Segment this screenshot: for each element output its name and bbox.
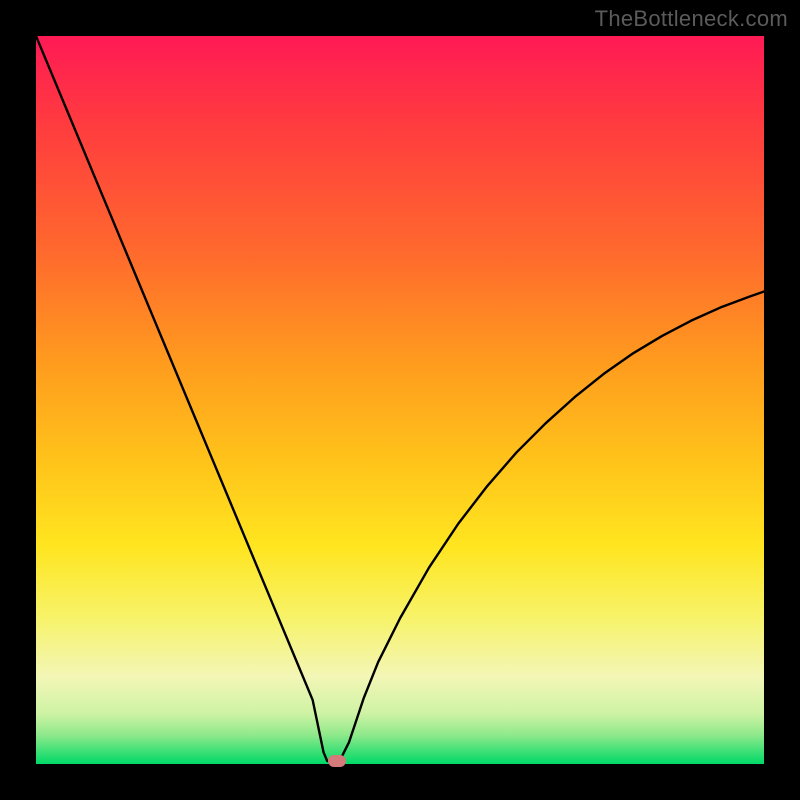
plot-area [36, 36, 764, 764]
optimal-point-marker [328, 755, 346, 767]
bottleneck-curve [36, 36, 764, 761]
curve-svg [36, 36, 764, 764]
chart-frame: TheBottleneck.com [0, 0, 800, 800]
watermark-text: TheBottleneck.com [595, 6, 788, 32]
